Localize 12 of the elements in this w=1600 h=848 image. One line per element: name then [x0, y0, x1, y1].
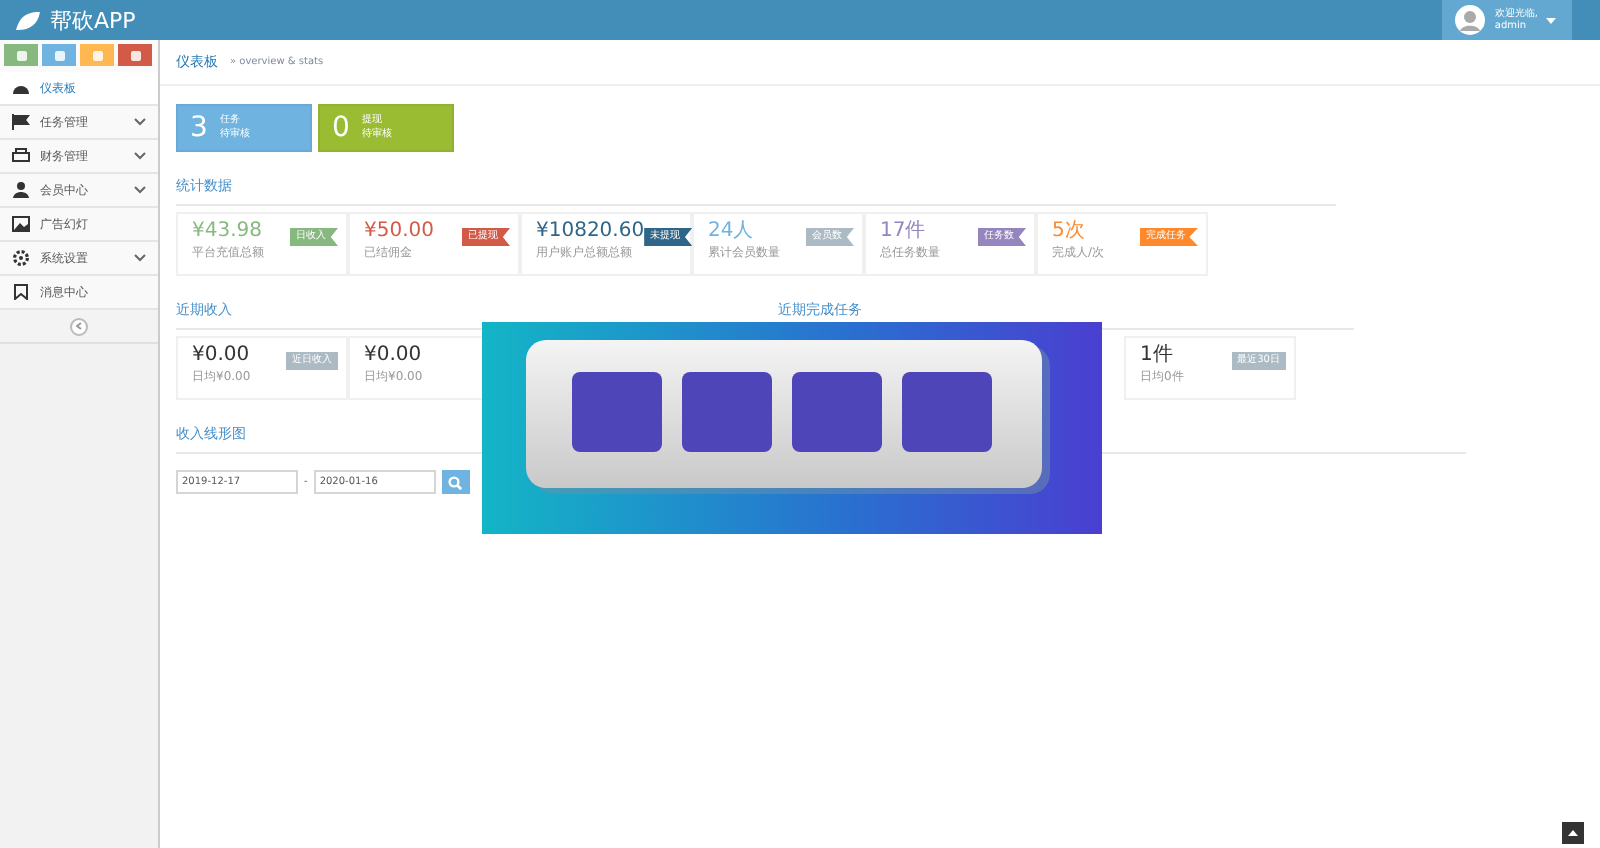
stat-value: 1件 — [1140, 342, 1175, 368]
stat-value: 17件 — [880, 218, 928, 244]
stat-value: 24人 — [708, 218, 756, 244]
info-number: 3 — [190, 112, 208, 144]
stat-value: 5次 — [1052, 218, 1087, 244]
stat-value: ¥0.00 — [364, 342, 423, 368]
stat-value: ¥43.98 — [192, 218, 264, 244]
stat-value: ¥10820.60 — [536, 218, 645, 244]
stat-value: ¥0.00 — [192, 342, 251, 368]
brand-title: 帮砍APP — [50, 5, 136, 35]
stat-value: ¥50.00 — [364, 218, 434, 244]
info-number: 0 — [332, 112, 350, 144]
